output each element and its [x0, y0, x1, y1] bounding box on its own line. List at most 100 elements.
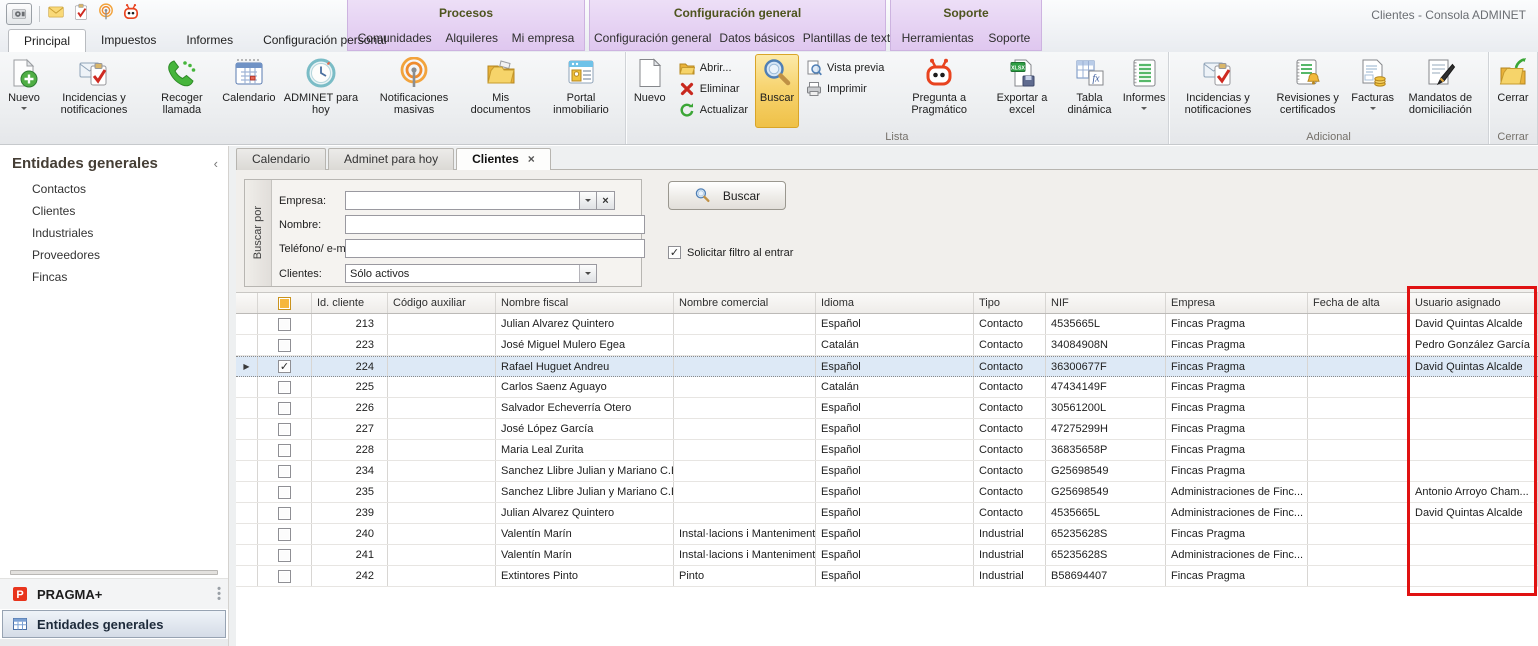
column-header-nombre-comercial[interactable]: Nombre comercial	[674, 293, 816, 313]
empresa-dropdown-button[interactable]	[579, 191, 597, 210]
cell-sel[interactable]	[258, 503, 312, 523]
column-header-id-cliente[interactable]: Id. cliente	[312, 293, 388, 313]
ribbon-button-mandatos-de-domiciliacion[interactable]: Mandatos de domiciliación	[1395, 54, 1486, 128]
cell-sel[interactable]	[258, 461, 312, 481]
ribbon-button-imprimir[interactable]: Imprimir	[802, 80, 888, 98]
cell-sel[interactable]	[258, 566, 312, 586]
table-row[interactable]: 226Salvador Echeverría OteroEspañolConta…	[236, 398, 1538, 419]
ribbon-button-vista-previa[interactable]: Vista previa	[802, 59, 888, 77]
drag-grip-icon[interactable]: •••	[217, 587, 222, 602]
row-checkbox[interactable]	[278, 465, 291, 478]
nombre-input[interactable]	[345, 215, 645, 234]
table-row[interactable]: 225Carlos Saenz AguayoCatalánContacto474…	[236, 377, 1538, 398]
ribbon-tab-impuestos[interactable]: Impuestos	[86, 29, 171, 52]
quick-access-tasks-button[interactable]	[72, 3, 90, 26]
doc-tab-calendario[interactable]: Calendario	[236, 148, 326, 170]
empresa-clear-button[interactable]: ×	[597, 191, 615, 210]
clientes-select[interactable]: Sólo activos	[345, 264, 597, 283]
table-row[interactable]: ▶✓224Rafael Huguet AndreuEspañolContacto…	[236, 356, 1538, 377]
row-checkbox[interactable]: ✓	[278, 360, 291, 373]
ribbon-button-incidencias-y-notificaciones[interactable]: Incidencias y notificaciones	[1171, 54, 1265, 128]
close-icon[interactable]: ×	[528, 149, 535, 170]
ribbon-tab-configuracion-personal[interactable]: Configuración personal	[248, 29, 401, 52]
ribbon-button-recoger-llamada[interactable]: Recoger llamada	[142, 54, 222, 128]
row-checkbox[interactable]	[278, 444, 291, 457]
table-row[interactable]: 227José López GarcíaEspañolContacto47275…	[236, 419, 1538, 440]
table-row[interactable]: 228Maria Leal ZuritaEspañolContacto36835…	[236, 440, 1538, 461]
ribbon-button-calendario[interactable]: Calendario	[222, 54, 276, 128]
ribbon-button-cerrar[interactable]: Cerrar	[1491, 54, 1535, 128]
ribbon-button-exportar-a-excel[interactable]: XLSXExportar a excel	[987, 54, 1057, 128]
sidebar-item-contactos[interactable]: Contactos	[0, 178, 228, 200]
ribbon-button-facturas[interactable]: Facturas	[1351, 54, 1395, 128]
table-row[interactable]: 239Julian Alvarez QuinteroEspañolContact…	[236, 503, 1538, 524]
context-tab-soporte[interactable]: Soporte	[984, 31, 1034, 45]
ribbon-button-revisiones-y-certificados[interactable]: Revisiones y certificados	[1265, 54, 1351, 128]
table-row[interactable]: 235Sanchez Llibre Julian y Mariano C.B.E…	[236, 482, 1538, 503]
ribbon-button-pregunta-a-pragmatico[interactable]: Pregunta a Pragmático	[891, 54, 987, 128]
sidebar-splitter[interactable]	[0, 566, 228, 578]
row-checkbox[interactable]	[278, 486, 291, 499]
context-tab-configuracion-general[interactable]: Configuración general	[590, 31, 715, 45]
context-tab-herramientas[interactable]: Herramientas	[898, 31, 978, 45]
row-checkbox[interactable]	[278, 381, 291, 394]
table-row[interactable]: 242Extintores PintoPintoEspañolIndustria…	[236, 566, 1538, 587]
row-checkbox[interactable]	[278, 549, 291, 562]
ribbon-button-incidencias-y-notificaciones[interactable]: Incidencias y notificaciones	[46, 54, 142, 128]
ribbon-button-tabla-dinamica[interactable]: fxTabla dinámica	[1057, 54, 1122, 128]
cell-sel[interactable]	[258, 545, 312, 565]
column-header-fecha-de-alta[interactable]: Fecha de alta	[1308, 293, 1410, 313]
filter-on-enter-checkbox[interactable]: ✓	[668, 246, 681, 259]
ribbon-button-abrir[interactable]: Abrir...	[675, 59, 752, 77]
ribbon-button-adminet-para-hoy[interactable]: ADMINET para hoy	[276, 54, 366, 128]
doc-tab-adminet-para-hoy[interactable]: Adminet para hoy	[328, 148, 454, 170]
row-checkbox[interactable]	[278, 339, 291, 352]
ribbon-tab-principal[interactable]: Principal	[8, 29, 86, 52]
buscar-button[interactable]: Buscar	[668, 181, 786, 210]
cell-sel[interactable]	[258, 314, 312, 334]
cell-sel[interactable]	[258, 335, 312, 355]
ribbon-button-notificaciones-masivas[interactable]: Notificaciones masivas	[366, 54, 462, 128]
context-tab-datos-basicos[interactable]: Datos básicos	[715, 31, 798, 45]
column-header-usuario-asignado[interactable]: Usuario asignado	[1410, 293, 1538, 313]
context-tab-plantillas-de-texto[interactable]: Plantillas de texto	[799, 31, 901, 45]
cell-sel[interactable]	[258, 398, 312, 418]
sidebar-item-proveedores[interactable]: Proveedores	[0, 244, 228, 266]
sidebar-bottom-button-entidades-generales[interactable]: Entidades generales	[2, 610, 226, 638]
sidebar-collapse-icon[interactable]: ‹	[214, 156, 218, 171]
cell-sel[interactable]	[258, 482, 312, 502]
context-tab-mi-empresa[interactable]: Mi empresa	[508, 31, 579, 45]
sidebar-item-industriales[interactable]: Industriales	[0, 222, 228, 244]
row-checkbox[interactable]	[278, 402, 291, 415]
quick-access-pragmatico-button[interactable]	[122, 3, 140, 26]
column-header-codigo-auxiliar[interactable]: Código auxiliar	[388, 293, 496, 313]
ribbon-button-buscar[interactable]: Buscar	[755, 54, 799, 128]
table-row[interactable]: 213Julian Alvarez QuinteroEspañolContact…	[236, 314, 1538, 335]
column-header-sel[interactable]	[258, 293, 312, 313]
column-header-empresa[interactable]: Empresa	[1166, 293, 1308, 313]
empresa-input[interactable]	[345, 191, 579, 210]
ribbon-button-eliminar[interactable]: Eliminar	[675, 80, 752, 98]
column-header-nif[interactable]: NIF	[1046, 293, 1166, 313]
row-checkbox[interactable]	[278, 507, 291, 520]
sidebar-bottom-button-pragma[interactable]: PPRAGMA+•••	[0, 578, 228, 609]
doc-tab-clientes[interactable]: Clientes×	[456, 148, 551, 170]
column-header-idioma[interactable]: Idioma	[816, 293, 974, 313]
column-header-tipo[interactable]: Tipo	[974, 293, 1046, 313]
sidebar-item-clientes[interactable]: Clientes	[0, 200, 228, 222]
table-row[interactable]: 234Sanchez Llibre Julian y Mariano C.B.E…	[236, 461, 1538, 482]
cell-sel[interactable]	[258, 524, 312, 544]
quick-access-broadcast-button[interactable]	[97, 3, 115, 26]
row-checkbox[interactable]	[278, 528, 291, 541]
sidebar-item-fincas[interactable]: Fincas	[0, 266, 228, 288]
row-checkbox[interactable]	[278, 570, 291, 583]
cell-sel[interactable]	[258, 419, 312, 439]
cell-sel[interactable]	[258, 440, 312, 460]
table-row[interactable]: 223José Miguel Mulero EgeaCatalánContact…	[236, 335, 1538, 356]
ribbon-button-portal-inmobiliario[interactable]: Portal inmobiliario	[539, 54, 623, 128]
column-header-nombre-fiscal[interactable]: Nombre fiscal	[496, 293, 674, 313]
ribbon-button-mis-documentos[interactable]: Mis documentos	[462, 54, 539, 128]
telefono-email-input[interactable]	[345, 239, 645, 258]
table-row[interactable]: 240Valentín MarínInstal·lacions i Manten…	[236, 524, 1538, 545]
cell-sel[interactable]: ✓	[258, 357, 312, 376]
